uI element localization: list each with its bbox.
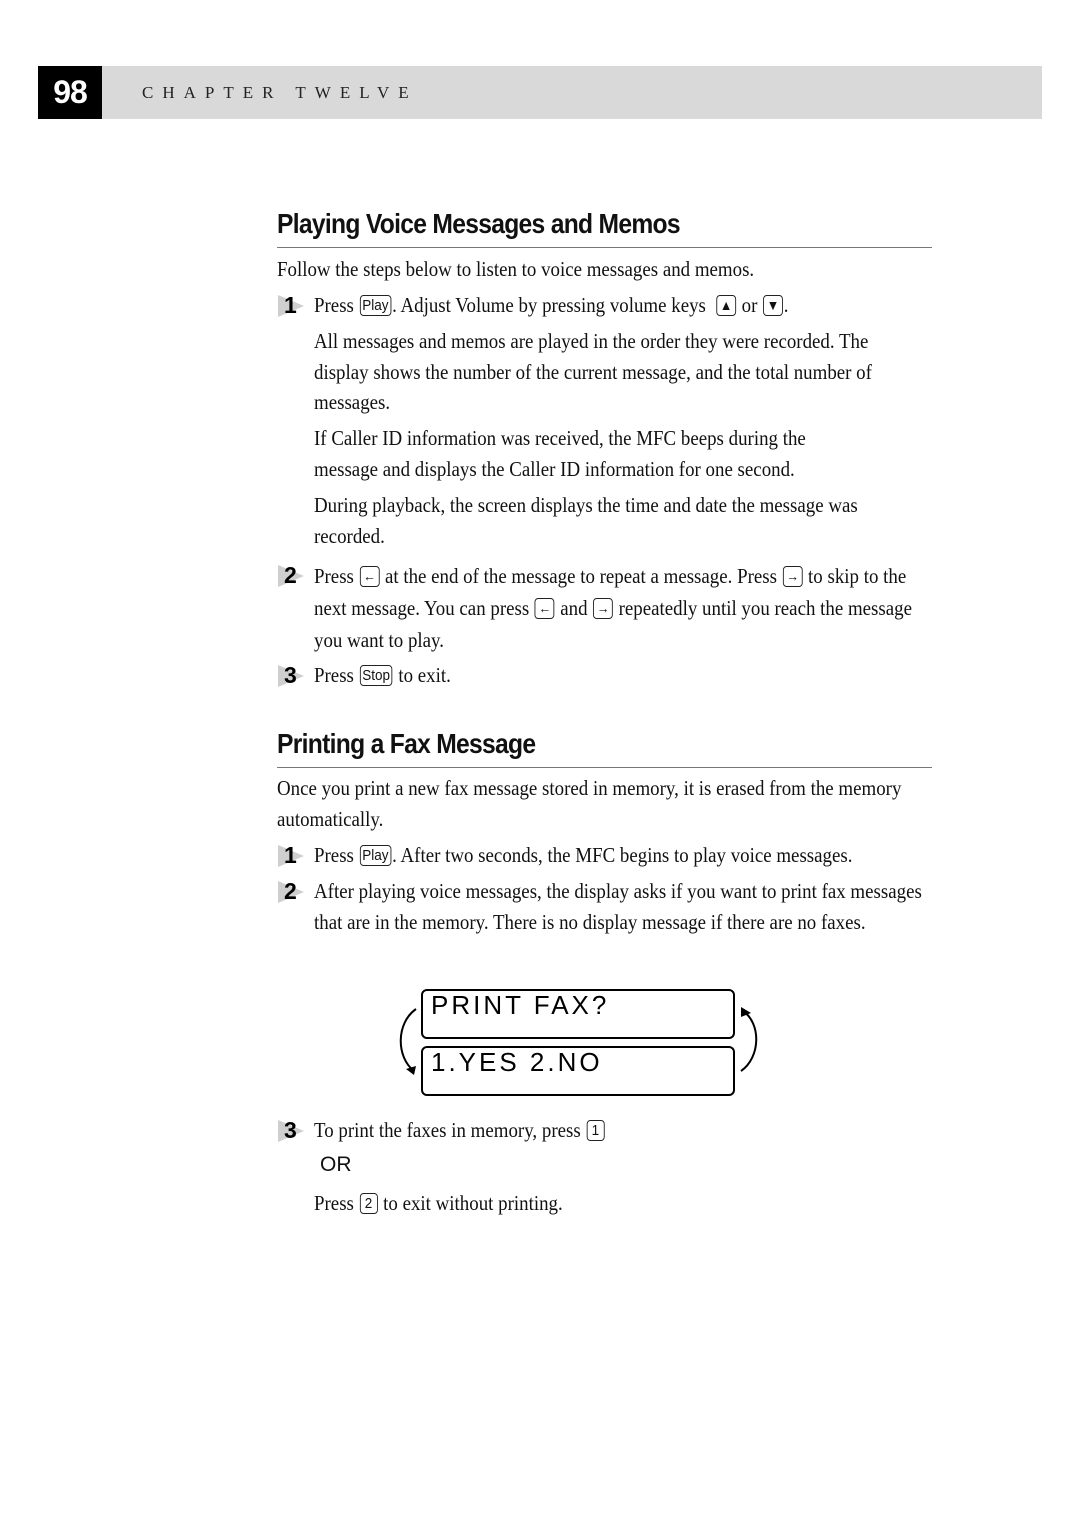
step-marker-2: 2 <box>278 878 310 905</box>
left-arrow-key-icon: ← <box>534 598 555 619</box>
chapter-title: CHAPTER TWELVE <box>142 83 418 102</box>
lcd-line-1: PRINT FAX? <box>421 989 735 1039</box>
volume-down-key-icon: ▼ <box>763 295 783 316</box>
step-1-note-playback: During playback, the screen displays the… <box>314 493 858 548</box>
section-intro: Follow the steps below to listen to voic… <box>277 257 755 281</box>
step-1-text: Press Play. Adjust Volume by pressing vo… <box>314 293 789 317</box>
step-3-text: Press Stop to exit. <box>314 663 451 687</box>
volume-up-key-icon: ▲ <box>716 295 737 316</box>
step-marker-1: 1 <box>278 292 310 319</box>
step-marker-3: 3 <box>278 1117 310 1144</box>
play-key-icon: Play <box>359 295 392 316</box>
section-rule <box>277 247 932 248</box>
section-rule <box>277 767 932 768</box>
cycle-arrow-left-icon <box>399 1008 417 1075</box>
right-arrow-key-icon: → <box>782 566 803 587</box>
section-intro: Once you print a new fax message stored … <box>277 776 902 831</box>
section-title-playing-voice-messages: Playing Voice Messages and Memos <box>277 208 681 239</box>
play-key-icon: Play <box>359 845 392 866</box>
key-1-icon: 1 <box>586 1120 605 1141</box>
step-1-note-caller-id: If Caller ID information was received, t… <box>314 426 806 481</box>
left-arrow-key-icon: ← <box>359 566 380 587</box>
or-label: OR <box>320 1153 352 1176</box>
key-2-icon: 2 <box>359 1193 378 1214</box>
step-marker-3: 3 <box>278 662 310 689</box>
lcd-line-2: 1.YES 2.NO <box>421 1046 735 1096</box>
step-1-note-order: All messages and memos are played in the… <box>314 329 872 414</box>
step-marker-2: 2 <box>278 562 310 589</box>
page-number: 98 <box>38 66 102 119</box>
right-arrow-key-icon: → <box>593 598 613 619</box>
section-title-printing-fax: Printing a Fax Message <box>277 728 536 759</box>
step-marker-1: 1 <box>278 842 310 869</box>
fax-step-3-text: To print the faxes in memory, press 1 <box>314 1115 605 1146</box>
step-2-text: Press ← at the end of the message to rep… <box>314 564 912 652</box>
fax-step-2-text: After playing voice messages, the displa… <box>314 879 922 934</box>
fax-step-3-alt-text: Press 2 to exit without printing. <box>314 1191 563 1215</box>
stop-key-icon: Stop <box>359 665 393 686</box>
cycle-arrow-right-icon <box>740 1007 758 1072</box>
fax-step-1-text: Press Play. After two seconds, the MFC b… <box>314 843 853 867</box>
